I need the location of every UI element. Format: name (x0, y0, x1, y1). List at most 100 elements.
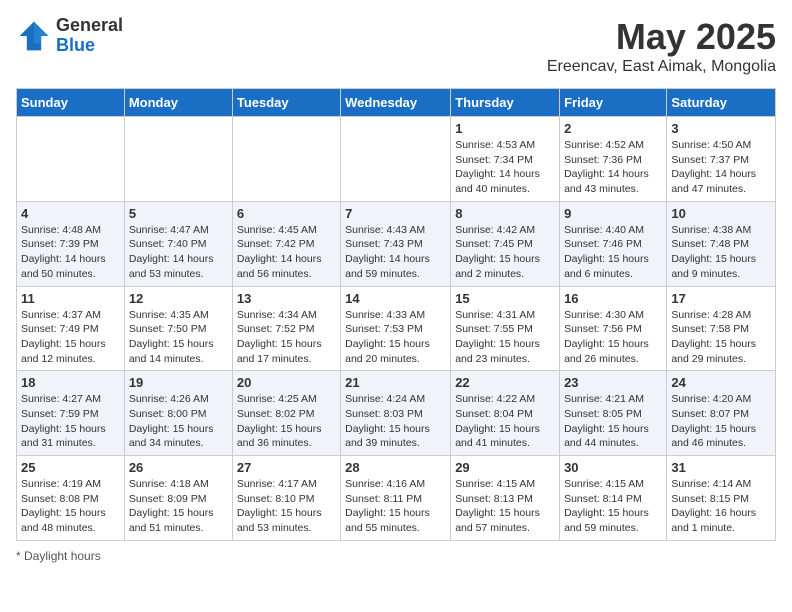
day-number: 12 (129, 291, 228, 306)
day-number: 5 (129, 206, 228, 221)
day-number: 11 (21, 291, 120, 306)
day-number: 17 (671, 291, 771, 306)
day-number: 8 (455, 206, 555, 221)
day-number: 19 (129, 375, 228, 390)
logo: General Blue (16, 16, 123, 56)
calendar-cell: 16 Sunrise: 4:30 AMSunset: 7:56 PMDayligh… (560, 286, 667, 371)
calendar-cell (341, 117, 451, 202)
calendar-cell: 25 Sunrise: 4:19 AMSunset: 8:08 PMDayligh… (17, 456, 125, 541)
day-number: 25 (21, 460, 120, 475)
day-info: Sunrise: 4:15 AMSunset: 8:14 PMDaylight:… (564, 477, 662, 536)
calendar-cell (232, 117, 340, 202)
calendar-cell: 28 Sunrise: 4:16 AMSunset: 8:11 PMDayligh… (341, 456, 451, 541)
calendar-cell: 19 Sunrise: 4:26 AMSunset: 8:00 PMDayligh… (124, 371, 232, 456)
day-info: Sunrise: 4:25 AMSunset: 8:02 PMDaylight:… (237, 392, 336, 451)
logo-icon (16, 18, 52, 54)
day-number: 26 (129, 460, 228, 475)
title-area: May 2025 Ereencav, East Aimak, Mongolia (547, 16, 776, 76)
day-info: Sunrise: 4:18 AMSunset: 8:09 PMDaylight:… (129, 477, 228, 536)
day-info: Sunrise: 4:50 AMSunset: 7:37 PMDaylight:… (671, 138, 771, 197)
calendar-cell: 15 Sunrise: 4:31 AMSunset: 7:55 PMDayligh… (451, 286, 560, 371)
day-number: 1 (455, 121, 555, 136)
day-headers-row: SundayMondayTuesdayWednesdayThursdayFrid… (17, 89, 776, 117)
week-row-3: 11 Sunrise: 4:37 AMSunset: 7:49 PMDayligh… (17, 286, 776, 371)
day-number: 9 (564, 206, 662, 221)
week-row-1: 1 Sunrise: 4:53 AMSunset: 7:34 PMDaylight… (17, 117, 776, 202)
calendar-cell: 7Sunrise: 4:43 AMSunset: 7:43 PMDaylight… (341, 201, 451, 286)
calendar-table: SundayMondayTuesdayWednesdayThursdayFrid… (16, 88, 776, 541)
day-number: 4 (21, 206, 120, 221)
day-number: 10 (671, 206, 771, 221)
day-number: 30 (564, 460, 662, 475)
calendar-cell: 22Sunrise: 4:22 AMSunset: 8:04 PMDayligh… (451, 371, 560, 456)
calendar-cell: 31 Sunrise: 4:14 AMSunset: 8:15 PMDayligh… (667, 456, 776, 541)
day-number: 15 (455, 291, 555, 306)
calendar-cell: 6Sunrise: 4:45 AMSunset: 7:42 PMDaylight… (232, 201, 340, 286)
week-row-2: 4Sunrise: 4:48 AMSunset: 7:39 PMDaylight… (17, 201, 776, 286)
day-number: 3 (671, 121, 771, 136)
day-info: Sunrise: 4:42 AMSunset: 7:45 PMDaylight:… (455, 223, 555, 282)
calendar-cell (124, 117, 232, 202)
day-info: Sunrise: 4:37 AMSunset: 7:49 PMDaylight:… (21, 308, 120, 367)
logo-blue-text: Blue (56, 36, 123, 56)
day-info: Sunrise: 4:21 AMSunset: 8:05 PMDaylight:… (564, 392, 662, 451)
day-info: Sunrise: 4:15 AMSunset: 8:13 PMDaylight:… (455, 477, 555, 536)
month-title: May 2025 (547, 16, 776, 58)
day-header-monday: Monday (124, 89, 232, 117)
calendar-cell: 27Sunrise: 4:17 AMSunset: 8:10 PMDayligh… (232, 456, 340, 541)
calendar-cell: 30 Sunrise: 4:15 AMSunset: 8:14 PMDayligh… (560, 456, 667, 541)
calendar-cell: 2 Sunrise: 4:52 AMSunset: 7:36 PMDaylight… (560, 117, 667, 202)
day-info: Sunrise: 4:14 AMSunset: 8:15 PMDaylight:… (671, 477, 771, 536)
day-info: Sunrise: 4:53 AMSunset: 7:34 PMDaylight:… (455, 138, 555, 197)
header: General Blue May 2025 Ereencav, East Aim… (16, 16, 776, 76)
day-header-thursday: Thursday (451, 89, 560, 117)
calendar-cell: 23Sunrise: 4:21 AMSunset: 8:05 PMDayligh… (560, 371, 667, 456)
day-number: 27 (237, 460, 336, 475)
footer-note: * Daylight hours (16, 549, 776, 563)
day-info: Sunrise: 4:19 AMSunset: 8:08 PMDaylight:… (21, 477, 120, 536)
day-info: Sunrise: 4:20 AMSunset: 8:07 PMDaylight:… (671, 392, 771, 451)
calendar-cell: 26 Sunrise: 4:18 AMSunset: 8:09 PMDayligh… (124, 456, 232, 541)
day-number: 6 (237, 206, 336, 221)
day-header-tuesday: Tuesday (232, 89, 340, 117)
footer-note-text: Daylight hours (24, 549, 101, 563)
calendar-cell: 14Sunrise: 4:33 AMSunset: 7:53 PMDayligh… (341, 286, 451, 371)
day-header-saturday: Saturday (667, 89, 776, 117)
calendar-cell: 10Sunrise: 4:38 AMSunset: 7:48 PMDayligh… (667, 201, 776, 286)
day-info: Sunrise: 4:26 AMSunset: 8:00 PMDaylight:… (129, 392, 228, 451)
day-info: Sunrise: 4:30 AMSunset: 7:56 PMDaylight:… (564, 308, 662, 367)
calendar-body: 1 Sunrise: 4:53 AMSunset: 7:34 PMDaylight… (17, 117, 776, 541)
calendar-cell: 8 Sunrise: 4:42 AMSunset: 7:45 PMDaylight… (451, 201, 560, 286)
calendar-cell: 5Sunrise: 4:47 AMSunset: 7:40 PMDaylight… (124, 201, 232, 286)
day-info: Sunrise: 4:52 AMSunset: 7:36 PMDaylight:… (564, 138, 662, 197)
day-number: 7 (345, 206, 446, 221)
day-number: 31 (671, 460, 771, 475)
calendar-cell: 29 Sunrise: 4:15 AMSunset: 8:13 PMDayligh… (451, 456, 560, 541)
day-info: Sunrise: 4:31 AMSunset: 7:55 PMDaylight:… (455, 308, 555, 367)
day-info: Sunrise: 4:16 AMSunset: 8:11 PMDaylight:… (345, 477, 446, 536)
day-info: Sunrise: 4:28 AMSunset: 7:58 PMDaylight:… (671, 308, 771, 367)
calendar-header: SundayMondayTuesdayWednesdayThursdayFrid… (17, 89, 776, 117)
day-number: 2 (564, 121, 662, 136)
day-info: Sunrise: 4:33 AMSunset: 7:53 PMDaylight:… (345, 308, 446, 367)
calendar-cell: 21Sunrise: 4:24 AMSunset: 8:03 PMDayligh… (341, 371, 451, 456)
day-number: 29 (455, 460, 555, 475)
logo-text: General Blue (56, 16, 123, 56)
day-header-friday: Friday (560, 89, 667, 117)
day-info: Sunrise: 4:27 AMSunset: 7:59 PMDaylight:… (21, 392, 120, 451)
day-number: 24 (671, 375, 771, 390)
day-info: Sunrise: 4:40 AMSunset: 7:46 PMDaylight:… (564, 223, 662, 282)
day-number: 28 (345, 460, 446, 475)
day-info: Sunrise: 4:22 AMSunset: 8:04 PMDaylight:… (455, 392, 555, 451)
day-number: 18 (21, 375, 120, 390)
day-info: Sunrise: 4:35 AMSunset: 7:50 PMDaylight:… (129, 308, 228, 367)
calendar-cell: 18 Sunrise: 4:27 AMSunset: 7:59 PMDayligh… (17, 371, 125, 456)
day-header-wednesday: Wednesday (341, 89, 451, 117)
day-number: 21 (345, 375, 446, 390)
week-row-4: 18 Sunrise: 4:27 AMSunset: 7:59 PMDayligh… (17, 371, 776, 456)
calendar-cell: 13Sunrise: 4:34 AMSunset: 7:52 PMDayligh… (232, 286, 340, 371)
calendar-cell: 3 Sunrise: 4:50 AMSunset: 7:37 PMDaylight… (667, 117, 776, 202)
subtitle: Ereencav, East Aimak, Mongolia (547, 58, 776, 76)
calendar-cell: 20Sunrise: 4:25 AMSunset: 8:02 PMDayligh… (232, 371, 340, 456)
day-number: 16 (564, 291, 662, 306)
